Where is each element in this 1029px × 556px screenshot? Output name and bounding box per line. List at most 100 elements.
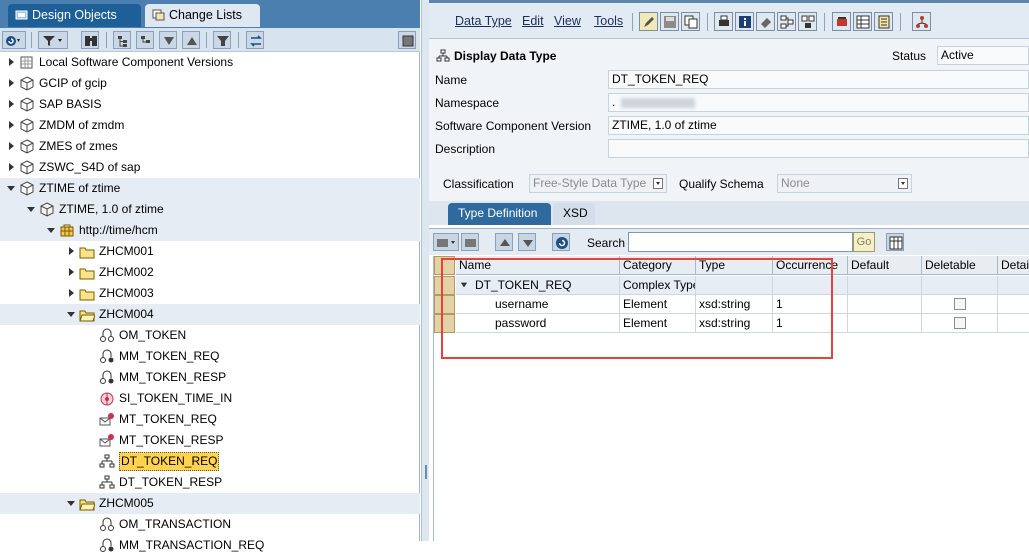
tab-xsd[interactable]: XSD — [553, 203, 595, 225]
move-down-button[interactable] — [159, 31, 177, 49]
tree-node[interactable]: ZTIME of ztime — [0, 178, 420, 199]
tree-node[interactable]: MT_TOKEN_RESP — [0, 430, 420, 451]
eraser-button[interactable] — [756, 12, 775, 31]
tree-node[interactable]: Local Software Component Versions — [0, 52, 420, 73]
refresh-structure-button[interactable] — [552, 233, 570, 251]
tree-node[interactable]: MT_TOKEN_REQ — [0, 409, 420, 430]
table-view-button[interactable] — [853, 12, 872, 31]
expand-arrow-icon[interactable] — [66, 241, 76, 262]
tree-node[interactable]: DT_TOKEN_RESP — [0, 472, 420, 493]
menu-edit[interactable]: Edit — [522, 14, 544, 28]
table-cell-deletable[interactable] — [922, 314, 998, 333]
collapse-tree-button[interactable] — [136, 31, 154, 49]
tree-node[interactable]: ZHCM004 — [0, 304, 420, 325]
column-settings-button[interactable] — [886, 233, 904, 251]
expand-arrow-icon[interactable] — [6, 94, 16, 115]
transport-button[interactable] — [832, 12, 851, 31]
expand-tree-button[interactable] — [113, 31, 131, 49]
funnel-button[interactable] — [213, 31, 231, 49]
tree-node[interactable]: GCIP of gcip — [0, 73, 420, 94]
table-cell-details[interactable] — [998, 276, 1029, 295]
switch-view-button[interactable] — [246, 31, 264, 49]
table-cell-default[interactable] — [848, 276, 922, 295]
save-button[interactable] — [660, 12, 679, 31]
cube-icon — [20, 97, 34, 112]
tree-node-label: DT_TOKEN_REQ — [119, 452, 220, 471]
expand-arrow-icon[interactable] — [6, 136, 16, 157]
collapse-arrow-icon[interactable] — [66, 304, 76, 325]
tab-design-objects[interactable]: Design Objects — [8, 4, 141, 27]
splitter-grip[interactable] — [425, 465, 427, 479]
delete-element-button[interactable] — [461, 233, 479, 251]
table-cell-deletable[interactable] — [922, 295, 998, 314]
tree-node[interactable]: ZTIME, 1.0 of ztime — [0, 199, 420, 220]
tree-node[interactable]: DT_TOKEN_REQ — [0, 451, 420, 472]
tree-node[interactable]: OM_TOKEN — [0, 325, 420, 346]
go-button[interactable]: Go — [853, 232, 875, 252]
table-cell-details[interactable] — [998, 314, 1029, 333]
expand-arrow-icon[interactable] — [6, 157, 16, 178]
pane-splitter[interactable] — [421, 0, 429, 541]
print-button[interactable] — [714, 12, 733, 31]
info-button[interactable] — [735, 12, 754, 31]
copy-button[interactable] — [681, 12, 700, 31]
references-button[interactable] — [798, 12, 817, 31]
maximize-pane-button[interactable] — [398, 31, 416, 49]
expand-arrow-icon[interactable] — [6, 73, 16, 94]
menu-view[interactable]: View — [554, 14, 581, 28]
column-header[interactable]: Default — [848, 256, 922, 275]
tree-node-label: http://time/hcm — [79, 223, 158, 237]
column-header[interactable]: Deletable — [922, 256, 998, 275]
tree-node[interactable]: OM_TRANSACTION — [0, 514, 420, 535]
tree-node[interactable]: ZSWC_S4D of sap — [0, 157, 420, 178]
qualify-schema-select[interactable]: None — [777, 174, 912, 193]
document-button[interactable] — [874, 12, 893, 31]
column-header[interactable]: Detai — [998, 256, 1029, 275]
collapse-arrow-icon[interactable] — [46, 220, 56, 241]
tree-node-label: ZMES of zmes — [39, 139, 118, 153]
move-row-up-button[interactable] — [495, 233, 513, 251]
filter-dropdown-button[interactable] — [38, 31, 68, 49]
insert-element-button[interactable] — [433, 233, 459, 251]
deletable-checkbox[interactable] — [954, 298, 966, 310]
tree-node[interactable]: ZMES of zmes — [0, 136, 420, 157]
tab-change-lists[interactable]: Change Lists — [145, 4, 260, 27]
tree-node[interactable]: ZHCM003 — [0, 283, 420, 304]
expand-arrow-icon[interactable] — [6, 52, 16, 73]
expand-arrow-icon[interactable] — [66, 262, 76, 283]
object-graph-button[interactable] — [912, 12, 931, 31]
collapse-arrow-icon[interactable] — [26, 199, 36, 220]
table-cell-details[interactable] — [998, 295, 1029, 314]
collapse-arrow-icon[interactable] — [66, 493, 76, 514]
edit-button[interactable] — [639, 12, 658, 31]
tree-node[interactable]: ZHCM002 — [0, 262, 420, 283]
collapse-arrow-icon[interactable] — [6, 178, 16, 199]
move-row-down-button[interactable] — [518, 233, 536, 251]
tree-node[interactable]: MM_TOKEN_REQ — [0, 346, 420, 367]
table-cell-default[interactable] — [848, 314, 922, 333]
tree-node[interactable]: MM_TOKEN_RESP — [0, 367, 420, 388]
classification-select[interactable]: Free-Style Data Type — [529, 174, 667, 193]
tab-type-definition[interactable]: Type Definition — [448, 203, 551, 225]
move-up-button[interactable] — [182, 31, 200, 49]
menu-data-type[interactable]: Data Type — [455, 14, 512, 28]
table-cell-deletable[interactable] — [922, 276, 998, 295]
expand-arrow-icon[interactable] — [66, 283, 76, 304]
tree-node[interactable]: MM_TRANSACTION_REQ — [0, 535, 420, 556]
tree-node[interactable]: ZHCM001 — [0, 241, 420, 262]
binoculars-button[interactable] — [81, 31, 99, 49]
tree-node[interactable]: SAP BASIS — [0, 94, 420, 115]
tree-collapse-icon — [141, 36, 150, 43]
tree-node[interactable]: ZMDM of zmdm — [0, 115, 420, 136]
description-field[interactable] — [608, 139, 1029, 158]
table-cell-default[interactable] — [848, 295, 922, 314]
refresh-dropdown-button[interactable] — [2, 31, 26, 49]
deletable-checkbox[interactable] — [954, 317, 966, 329]
tree-node[interactable]: SI_TOKEN_TIME_IN — [0, 388, 420, 409]
tree-node[interactable]: http://time/hcm — [0, 220, 420, 241]
tree-node[interactable]: ZHCM005 — [0, 493, 420, 514]
where-used-button[interactable] — [777, 12, 796, 31]
menu-tools[interactable]: Tools — [594, 14, 623, 28]
expand-arrow-icon[interactable] — [6, 115, 16, 136]
search-input[interactable] — [628, 232, 853, 252]
